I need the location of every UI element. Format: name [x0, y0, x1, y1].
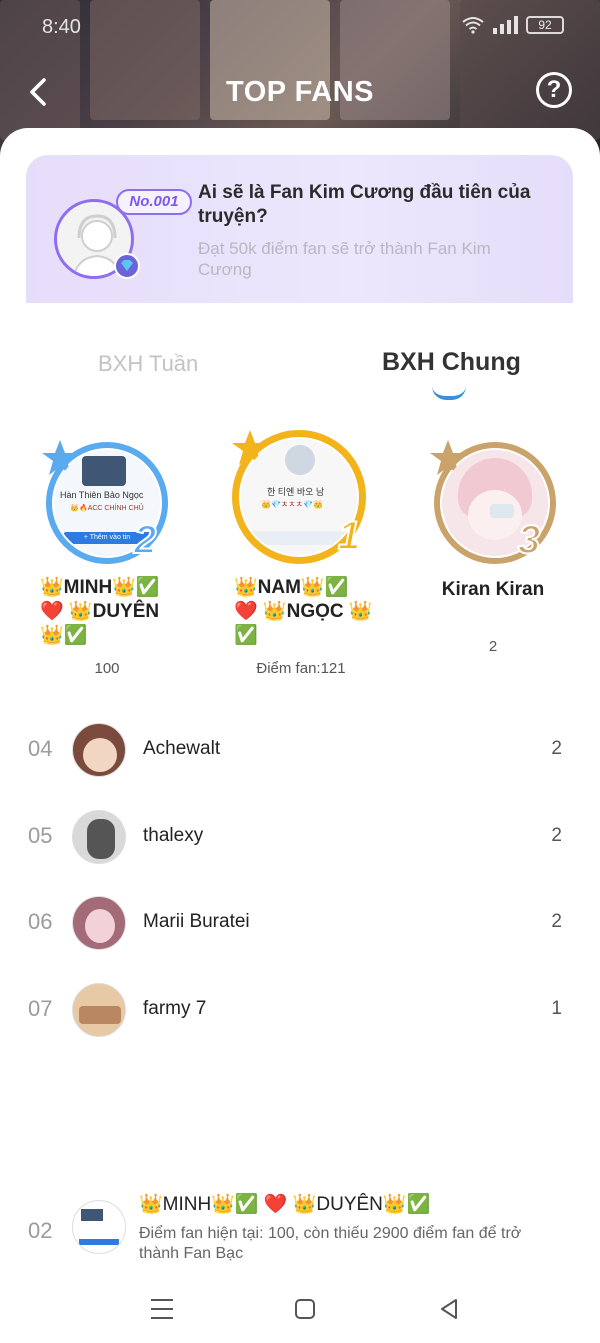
- podium-score: Điểm fan:121: [256, 660, 346, 677]
- row-rank: 02: [28, 1218, 53, 1243]
- podium-rank-3[interactable]: 3 Kiran Kiran 2: [420, 428, 580, 688]
- status-time: 8:40: [42, 16, 81, 38]
- content-sheet: No.001 Ai sẽ là Fan Kim Cương đầu tiên c…: [0, 128, 600, 1343]
- podium-name: 👑MINH👑✅ ❤️ 👑DUYÊN 👑✅: [40, 577, 160, 646]
- tab-active-indicator: [432, 386, 466, 400]
- list-item[interactable]: 07 farmy 7 1: [0, 981, 600, 1041]
- diamond-fan-promo: No.001 Ai sẽ là Fan Kim Cương đầu tiên c…: [26, 155, 573, 303]
- home-icon[interactable]: [290, 1294, 320, 1324]
- rank-badge: No.001: [116, 189, 192, 215]
- row-score: 2: [551, 738, 562, 759]
- diamond-icon: [114, 253, 140, 279]
- podium-rank-1[interactable]: 한 티엔 바오 남 👑💎ㅊㅊㅊ💎👑 1 👑NAM👑✅ ❤️ 👑NGỌC 👑✅ Đ…: [226, 418, 386, 688]
- row-name: Achewalt: [143, 738, 221, 759]
- back-triangle-icon[interactable]: [434, 1294, 464, 1324]
- avatar: [72, 723, 126, 777]
- current-user-name: 👑MINH👑✅ ❤️ 👑DUYÊN👑✅: [139, 1194, 431, 1215]
- profile-snippet-name: 한 티엔 바오 남: [267, 487, 325, 497]
- tab-overall[interactable]: BXH Chung: [382, 348, 521, 377]
- list-item[interactable]: 04 Achewalt 2: [0, 721, 600, 781]
- ranking-tabs: BXH Tuần BXH Chung: [0, 348, 600, 400]
- status-bar: 8:40 92: [0, 0, 600, 52]
- battery-icon: 92: [526, 16, 564, 34]
- menu-icon[interactable]: [147, 1294, 177, 1324]
- wifi-icon: [462, 17, 484, 34]
- tab-weekly[interactable]: BXH Tuần: [98, 351, 198, 377]
- signal-icon: [493, 16, 518, 34]
- avatar: [72, 983, 126, 1037]
- row-name: thalexy: [143, 825, 204, 846]
- rank-number: 2: [133, 517, 157, 563]
- avatar: [72, 896, 126, 950]
- list-item[interactable]: 06 Marii Buratei 2: [0, 894, 600, 954]
- podium-rank-2[interactable]: Hàn Thiên Bảo Ngọc 👑🔥ACC CHÍNH CHỦ + Thê…: [32, 428, 192, 688]
- row-rank: 06: [28, 909, 53, 934]
- fan-points-info: Điểm fan hiện tại: 100, còn thiếu 2900 đ…: [139, 1225, 522, 1262]
- rank-number: 1: [337, 513, 361, 559]
- row-name: farmy 7: [143, 998, 207, 1019]
- nav-bar: TOP FANS ?: [0, 64, 600, 120]
- podium-score: 2: [488, 638, 498, 655]
- list-item[interactable]: 05 thalexy 2: [0, 808, 600, 868]
- podium-score: 100: [94, 660, 120, 677]
- avatar: [72, 1200, 126, 1254]
- system-nav-bar: [0, 1280, 600, 1340]
- help-icon[interactable]: ?: [536, 72, 572, 108]
- row-name: Marii Buratei: [143, 911, 250, 932]
- status-icons: 92: [462, 16, 564, 34]
- row-score: 2: [551, 825, 562, 846]
- current-user-row[interactable]: 02 👑MINH👑✅ ❤️ 👑DUYÊN👑✅ Điểm fan hiện tại…: [0, 1190, 600, 1270]
- podium-name: Kiran Kiran: [441, 579, 545, 600]
- profile-snippet-name: Hàn Thiên Bảo Ngọc: [60, 490, 144, 500]
- row-score: 2: [551, 911, 562, 932]
- row-rank: 07: [28, 996, 53, 1021]
- promo-title: Ai sẽ là Fan Kim Cương đầu tiên của truy…: [198, 182, 531, 227]
- row-score: 1: [551, 998, 562, 1019]
- podium-name: 👑NAM👑✅ ❤️ 👑NGỌC 👑✅: [234, 577, 373, 646]
- avatar: [72, 810, 126, 864]
- promo-subtitle: Đạt 50k điểm fan sẽ trở thành Fan Kim Cư…: [198, 239, 491, 279]
- row-rank: 04: [28, 736, 53, 761]
- rank-number: 3: [517, 517, 541, 563]
- row-rank: 05: [28, 823, 53, 848]
- page-title: TOP FANS: [226, 76, 374, 108]
